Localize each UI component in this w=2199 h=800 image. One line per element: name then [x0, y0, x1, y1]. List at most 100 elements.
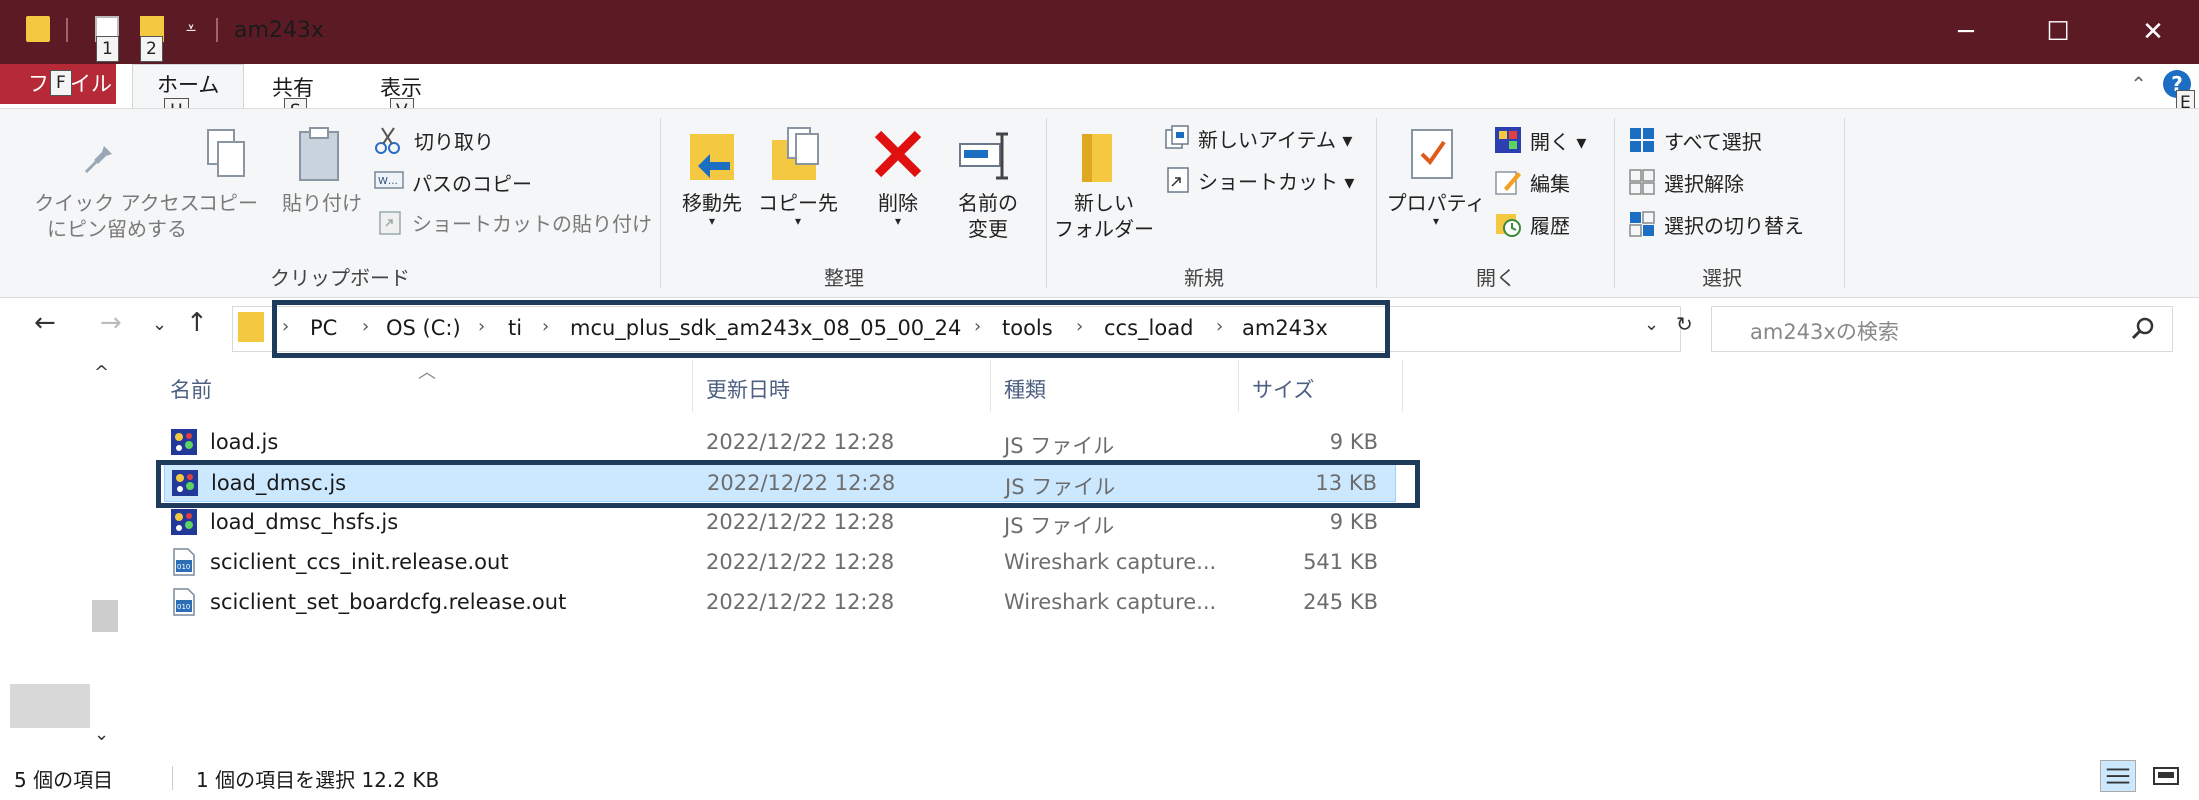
new-folder-button[interactable]: 新しい フォルダー [1054, 190, 1154, 242]
scroll-up-icon[interactable]: ^ [94, 362, 109, 383]
delete-button[interactable]: 削除 ▾ [866, 190, 930, 227]
file-row[interactable]: 010 sciclient_ccs_init.release.out 2022/… [164, 542, 1396, 582]
group-separator [1844, 118, 1845, 288]
crumb-am243x[interactable]: am243x [1242, 316, 1328, 340]
properties-icon [1411, 129, 1453, 179]
open-icon [1495, 127, 1521, 153]
forward-button[interactable]: → [100, 308, 122, 338]
copy-to-icon [772, 127, 819, 180]
up-button[interactable]: ↑ [186, 308, 208, 338]
paste-shortcut-button[interactable]: ショートカットの貼り付け [412, 208, 652, 237]
crumb-separator-icon[interactable]: › [478, 316, 485, 337]
crumb-tools[interactable]: tools [1002, 316, 1053, 340]
move-to-icon [690, 134, 734, 180]
file-row[interactable]: load.js 2022/12/22 12:28 JS ファイル 9 KB [164, 422, 1396, 462]
folder-icon [238, 312, 264, 342]
column-header-date[interactable]: 更新日時 [706, 374, 790, 404]
file-size: 541 KB [1303, 550, 1378, 574]
rename-icon [959, 132, 1008, 180]
copy-path-icon: W… [374, 171, 404, 189]
group-separator [1376, 118, 1377, 288]
copy-button[interactable]: コピー [196, 190, 260, 216]
back-button[interactable]: ← [34, 308, 56, 338]
svg-text:010: 010 [177, 603, 190, 611]
crumb-pc[interactable]: PC [310, 316, 337, 340]
scrollbar-thumb[interactable] [92, 600, 118, 632]
navigation-pane-selected-item[interactable] [10, 684, 90, 728]
copy-to-button[interactable]: コピー先 ▾ [756, 190, 840, 227]
new-item-button[interactable]: 新しいアイテム ▾ [1198, 124, 1352, 153]
column-divider[interactable] [1238, 360, 1239, 412]
pin-quick-access-button[interactable]: クイック アクセス にピン留めする [22, 190, 212, 242]
file-name: sciclient_ccs_init.release.out [210, 550, 509, 574]
file-row[interactable]: load_dmsc_hsfs.js 2022/12/22 12:28 JS ファ… [164, 502, 1396, 542]
search-icon[interactable] [2130, 316, 2156, 342]
details-view-icon[interactable] [2100, 760, 2136, 792]
ribbon-tab-row [0, 64, 2199, 108]
maximize-button[interactable]: ☐ [2012, 0, 2104, 64]
rename-button[interactable]: 名前の 変更 [948, 190, 1028, 242]
item-count: 5 個の項目 [14, 768, 114, 792]
open-button[interactable]: 開く ▾ [1530, 126, 1586, 155]
pin-label-line1: クイック アクセス [34, 191, 200, 215]
minimize-button[interactable]: ─ [1920, 0, 2012, 64]
new-item-label: 新しいアイテム [1198, 128, 1336, 152]
separator [66, 18, 68, 42]
qat-dropdown-icon[interactable]: ⩡ [186, 18, 196, 39]
select-all-button[interactable]: すべて選択 [1664, 126, 1762, 155]
binary-file-icon: 010 [173, 548, 195, 576]
column-header-size[interactable]: サイズ [1252, 374, 1314, 404]
crumb-separator-icon[interactable]: › [362, 316, 369, 337]
js-file-icon [171, 509, 197, 535]
pin-icon [84, 138, 112, 174]
file-row[interactable]: 010 sciclient_set_boardcfg.release.out 2… [164, 582, 1396, 622]
cut-button[interactable]: 切り取り [414, 126, 494, 155]
address-dropdown-icon[interactable]: ⌄ [1644, 314, 1659, 335]
crumb-sdk[interactable]: mcu_plus_sdk_am243x_08_05_00_24 [570, 316, 961, 340]
crumb-separator-icon[interactable]: › [1076, 316, 1083, 337]
organize-group-label: 整理 [824, 266, 864, 290]
move-to-button[interactable]: 移動先 ▾ [672, 190, 752, 227]
open-group-label: 開く [1476, 266, 1516, 290]
file-type: JS ファイル [1004, 514, 1115, 538]
group-separator [660, 118, 661, 288]
history-button[interactable]: 履歴 [1530, 210, 1570, 239]
clipboard-group-label: クリップボード [270, 266, 410, 290]
close-button[interactable]: ✕ [2107, 0, 2199, 64]
new-folder-label-line2: フォルダー [1054, 217, 1154, 241]
crumb-os-c[interactable]: OS (C:) [386, 316, 461, 340]
properties-button[interactable]: プロパティ ▾ [1386, 190, 1486, 227]
invert-selection-button[interactable]: 選択の切り替え [1664, 210, 1804, 239]
file-name: load_dmsc_hsfs.js [210, 510, 399, 534]
crumb-ti[interactable]: ti [508, 316, 522, 340]
folder-icon [26, 16, 50, 42]
crumb-separator-icon[interactable]: › [282, 316, 289, 337]
file-date: 2022/12/22 12:28 [706, 510, 895, 534]
recent-locations-icon[interactable]: ⌄ [152, 314, 167, 335]
refresh-icon[interactable]: ↻ [1676, 312, 1693, 336]
crumb-separator-icon[interactable]: › [542, 316, 549, 337]
crumb-separator-icon[interactable]: › [974, 316, 981, 337]
select-none-button[interactable]: 選択解除 [1664, 168, 1744, 197]
paste-icon [299, 127, 339, 181]
crumb-ccs-load[interactable]: ccs_load [1104, 316, 1193, 340]
paste-shortcut-icon [379, 211, 401, 235]
column-header-type[interactable]: 種類 [1004, 374, 1046, 404]
crumb-separator-icon[interactable]: › [1216, 316, 1223, 337]
status-separator [172, 766, 173, 790]
shortcut-button[interactable]: ショートカット ▾ [1198, 166, 1354, 195]
scroll-down-icon[interactable]: ⌄ [94, 724, 109, 745]
collapse-ribbon-icon[interactable]: ⌃ [2130, 72, 2147, 96]
column-divider[interactable] [692, 360, 693, 412]
binary-file-icon: 010 [173, 588, 195, 616]
copy-path-button[interactable]: パスのコピー [412, 168, 532, 197]
edit-button[interactable]: 編集 [1530, 168, 1570, 197]
large-icons-view-icon[interactable] [2148, 760, 2184, 792]
shortcut-icon [1167, 167, 1189, 193]
column-divider[interactable] [1402, 360, 1403, 412]
cut-icon [375, 127, 400, 154]
paste-button[interactable]: 貼り付け [274, 190, 370, 216]
column-divider[interactable] [990, 360, 991, 412]
column-header-name[interactable]: 名前 [170, 374, 212, 404]
keytip-file: F [50, 70, 72, 96]
